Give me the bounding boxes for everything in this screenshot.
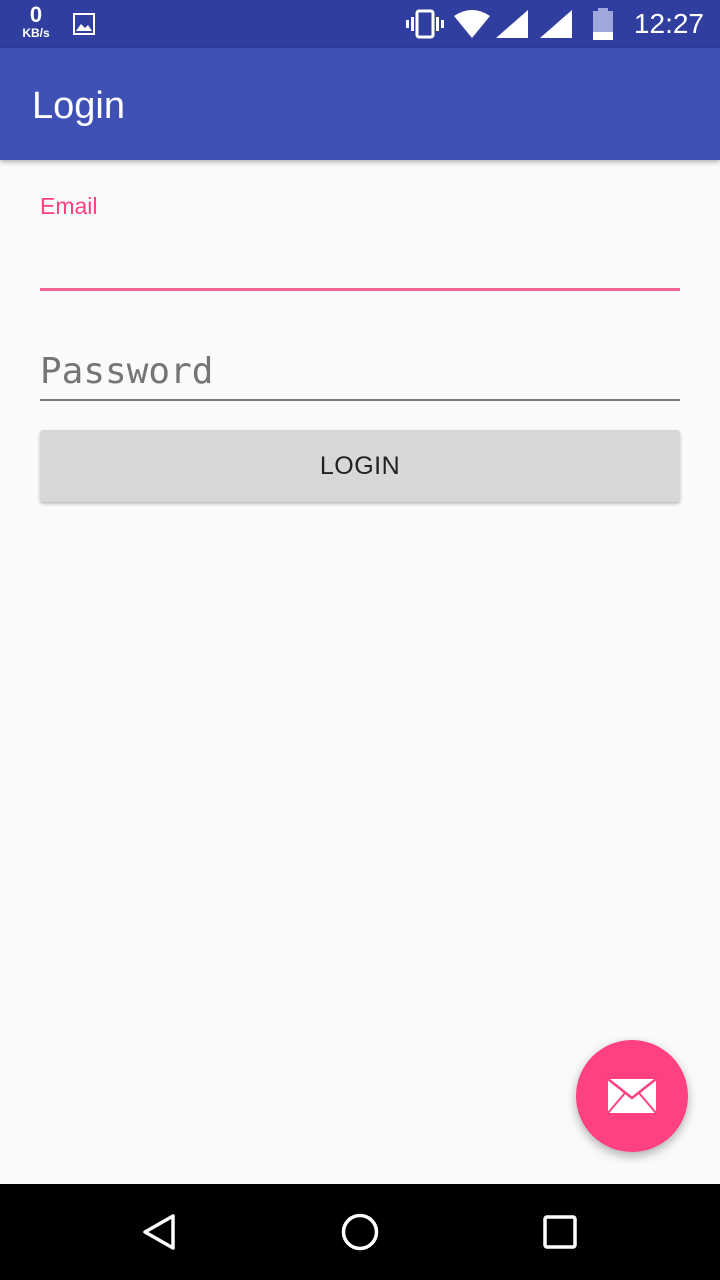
email-fab[interactable] xyxy=(576,1040,688,1152)
signal-icon xyxy=(496,10,528,38)
image-notification-icon xyxy=(73,13,95,35)
login-button[interactable]: LOGIN xyxy=(40,430,680,502)
page-title: Login xyxy=(32,85,125,127)
battery-icon xyxy=(593,8,613,40)
network-speed: 0 KB/s xyxy=(16,2,56,40)
email-icon xyxy=(607,1078,657,1114)
password-underline xyxy=(40,399,680,401)
network-speed-unit: KB/s xyxy=(22,26,50,40)
email-field[interactable] xyxy=(40,232,680,288)
home-button[interactable] xyxy=(300,1184,420,1280)
back-icon xyxy=(143,1214,175,1250)
home-icon xyxy=(341,1213,379,1251)
email-label: Email xyxy=(40,193,98,219)
status-clock: 12:27 xyxy=(633,8,704,39)
wifi-icon xyxy=(454,10,490,38)
email-underline xyxy=(40,288,680,291)
app-bar: Login xyxy=(0,48,720,160)
recents-icon xyxy=(543,1215,577,1249)
vibrate-icon xyxy=(406,9,444,39)
signal-icon-2 xyxy=(540,10,572,38)
recents-button[interactable] xyxy=(500,1184,620,1280)
password-field[interactable] xyxy=(40,344,680,398)
back-button[interactable] xyxy=(100,1184,220,1280)
status-bar: 0 KB/s 12:27 xyxy=(0,0,720,48)
navigation-bar xyxy=(0,1184,720,1280)
network-speed-value: 0 xyxy=(29,2,43,27)
